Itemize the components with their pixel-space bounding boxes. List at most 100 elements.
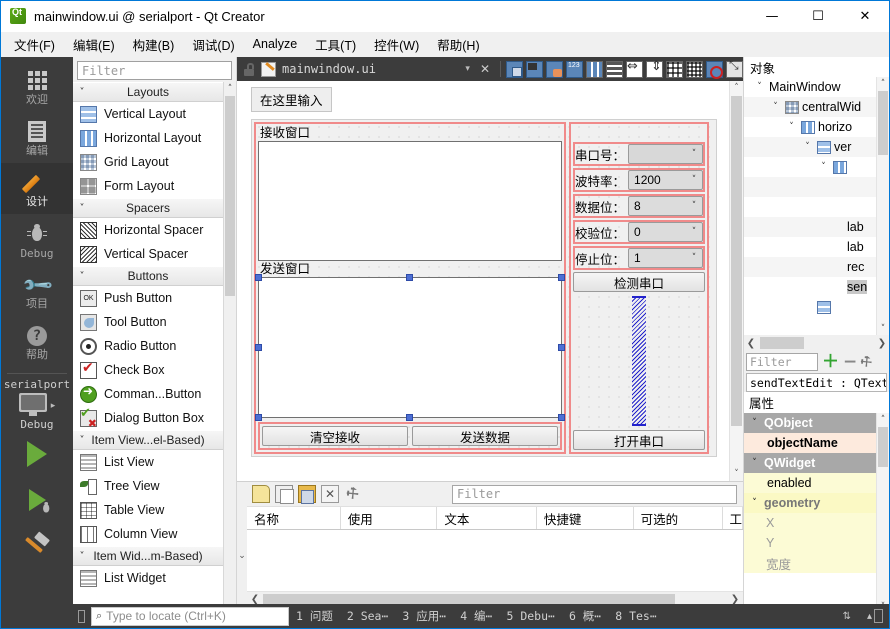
chevron-down-icon[interactable]: ˅ <box>785 122 798 132</box>
widget-category-layouts[interactable]: ˅ Layouts <box>73 82 223 102</box>
action-table-body[interactable] <box>247 530 743 591</box>
send-text-edit[interactable] <box>258 277 562 418</box>
open-port-button[interactable]: 打开串口 <box>573 430 705 450</box>
scroll-right-icon[interactable]: ❯ <box>875 338 889 349</box>
layout-in-splitter-vertical-icon[interactable] <box>646 61 663 78</box>
property-geometry-y[interactable]: Y <box>744 533 876 553</box>
property-objectname[interactable]: objectName <box>744 433 876 453</box>
minimize-button[interactable]: — <box>749 1 795 32</box>
object-row-nested-layout[interactable]: ˅ <box>744 157 876 177</box>
add-property-icon[interactable]: ＋ <box>822 355 839 369</box>
send-data-button[interactable]: 发送数据 <box>412 426 558 446</box>
widget-item-vertical-spacer[interactable]: Vertical Spacer <box>73 242 223 266</box>
mode-projects[interactable]: 🔧 项目 <box>1 265 73 316</box>
menu-edit[interactable]: 编辑(E) <box>64 32 124 57</box>
bottom-button-row[interactable]: 清空接收 发送数据 <box>258 422 562 450</box>
widget-item-grid-layout[interactable]: Grid Layout <box>73 150 223 174</box>
kit-selector[interactable]: serialport ▸ Debug <box>4 378 70 431</box>
form-canvas[interactable]: 在这里输入 接收窗口 发送窗口 <box>237 81 729 481</box>
scrollbar-thumb[interactable] <box>878 427 888 467</box>
databits-combo-row[interactable]: 数据位： 8 ˅ <box>573 194 705 218</box>
object-row-vertical-layout[interactable]: ˅ ver <box>744 137 876 157</box>
configure-icon[interactable]: ⚒ <box>340 481 365 506</box>
widget-box-scrollbar[interactable]: ˄ ˅ <box>223 82 236 629</box>
property-geometry-width[interactable]: 宽度 <box>744 553 876 573</box>
menu-file[interactable]: 文件(F) <box>5 32 64 57</box>
paste-icon[interactable] <box>298 485 316 503</box>
layout-vertically-icon[interactable] <box>606 61 623 78</box>
edit-tab-order-icon[interactable] <box>566 61 583 78</box>
property-enabled[interactable]: enabled <box>744 473 876 493</box>
detect-port-button[interactable]: 检测串口 <box>573 272 705 292</box>
mainwindow-form[interactable]: 接收窗口 发送窗口 <box>251 119 717 457</box>
sidebar-toggle-icon[interactable] <box>73 610 89 623</box>
left-vertical-layout[interactable]: 接收窗口 发送窗口 <box>254 122 566 454</box>
delete-icon[interactable]: ✕ <box>321 485 339 503</box>
layout-in-grid-icon[interactable] <box>666 61 683 78</box>
scrollbar-thumb[interactable] <box>878 91 888 155</box>
widget-category-item-views[interactable]: ˅ Item View...el-Based) <box>73 430 223 450</box>
widget-item-push-button[interactable]: OK Push Button <box>73 286 223 310</box>
widget-item-column-view[interactable]: Column View <box>73 522 223 546</box>
menu-tools[interactable]: 工具(T) <box>306 32 365 57</box>
widget-category-item-widgets[interactable]: ˅ Item Wid...m-Based) <box>73 546 223 566</box>
object-tree-scrollbar[interactable]: ˄ ˅ <box>876 77 889 335</box>
object-row-blank[interactable] <box>744 177 876 197</box>
widget-item-tool-button[interactable]: Tool Button <box>73 310 223 334</box>
output-pane-test[interactable]: 8 Tes⋯ <box>608 609 664 623</box>
receive-text-edit[interactable] <box>258 141 562 261</box>
object-row-mainwindow[interactable]: ˅ MainWindow <box>744 77 876 97</box>
object-row-label-2[interactable]: lab <box>744 237 876 257</box>
action-filter-input[interactable]: Filter <box>452 485 737 504</box>
adjust-size-icon[interactable] <box>726 61 743 78</box>
widget-category-buttons[interactable]: ˅ Buttons <box>73 266 223 286</box>
object-row-receive-textedit[interactable]: rec <box>744 257 876 277</box>
parity-combo-row[interactable]: 校验位： 0 ˅ <box>573 220 705 244</box>
object-row-label-1[interactable]: lab <box>744 217 876 237</box>
chevron-down-icon[interactable]: ˅ <box>801 142 814 152</box>
close-button[interactable]: ✕ <box>841 1 889 32</box>
menu-debug[interactable]: 调试(D) <box>183 32 243 57</box>
object-row-horizontal-layout[interactable]: ˅ horizo <box>744 117 876 137</box>
column-header-tooltip[interactable]: 工 <box>723 507 744 529</box>
editor-filename[interactable]: mainwindow.ui <box>282 62 376 76</box>
stopbits-combobox[interactable]: 1 ˅ <box>628 248 703 268</box>
port-combo-row[interactable]: 串口号： ˅ <box>573 142 705 166</box>
chevron-down-icon[interactable]: ˅ <box>753 82 766 92</box>
column-header-text[interactable]: 文本 <box>437 507 537 529</box>
object-row-centralwidget[interactable]: ˅ centralWid <box>744 97 876 117</box>
copy-icon[interactable] <box>275 485 293 503</box>
unlocked-icon[interactable] <box>243 63 255 76</box>
column-header-shortcut[interactable]: 快捷键 <box>537 507 634 529</box>
chevron-down-icon[interactable]: ˅ <box>769 102 782 112</box>
chevron-down-icon[interactable]: ˅ <box>748 458 761 468</box>
chevron-down-icon[interactable]: ˅ <box>817 162 830 172</box>
chevron-down-icon[interactable]: ˅ <box>748 418 761 428</box>
close-document-icon[interactable]: ✕ <box>475 62 495 76</box>
new-action-icon[interactable] <box>252 485 270 503</box>
scrollbar-thumb[interactable] <box>731 96 742 426</box>
column-header-checkable[interactable]: 可选的 <box>634 507 723 529</box>
widget-item-tree-view[interactable]: Tree View <box>73 474 223 498</box>
menu-help[interactable]: 帮助(H) <box>428 32 488 57</box>
chevron-down-icon[interactable]: ˅ <box>748 498 761 508</box>
widget-item-check-box[interactable]: Check Box <box>73 358 223 382</box>
mode-welcome[interactable]: 欢迎 <box>1 61 73 112</box>
chevron-down-icon[interactable]: ▾ <box>465 64 470 74</box>
widget-box-filter-input[interactable]: Filter <box>77 61 232 80</box>
maximize-button[interactable]: ☐ <box>795 1 841 32</box>
property-list-scrollbar[interactable]: ˄ ˅ <box>876 413 889 613</box>
mode-debug[interactable]: Debug <box>1 214 73 265</box>
scroll-up-icon[interactable]: ˄ <box>224 82 236 95</box>
break-layout-icon[interactable] <box>706 61 723 78</box>
vertical-spacer[interactable] <box>573 296 705 426</box>
stopbits-combo-row[interactable]: 停止位： 1 ˅ <box>573 246 705 270</box>
property-filter-input[interactable]: Filter <box>746 353 818 371</box>
output-pane-issues[interactable]: 1 问题 <box>289 608 340 624</box>
menu-analyze[interactable]: Analyze <box>244 34 306 54</box>
clear-receive-button[interactable]: 清空接收 <box>262 426 408 446</box>
widget-box-list[interactable]: ˅ Layouts Vertical Layout Horizontal Lay… <box>73 82 236 629</box>
right-vertical-layout[interactable]: 串口号： ˅ 波特率： 1200 ˅ <box>569 122 709 454</box>
object-inspector-tree[interactable]: ˅ MainWindow ˅ centralWid ˅ horizo <box>744 77 889 335</box>
layout-in-splitter-horizontal-icon[interactable] <box>626 61 643 78</box>
